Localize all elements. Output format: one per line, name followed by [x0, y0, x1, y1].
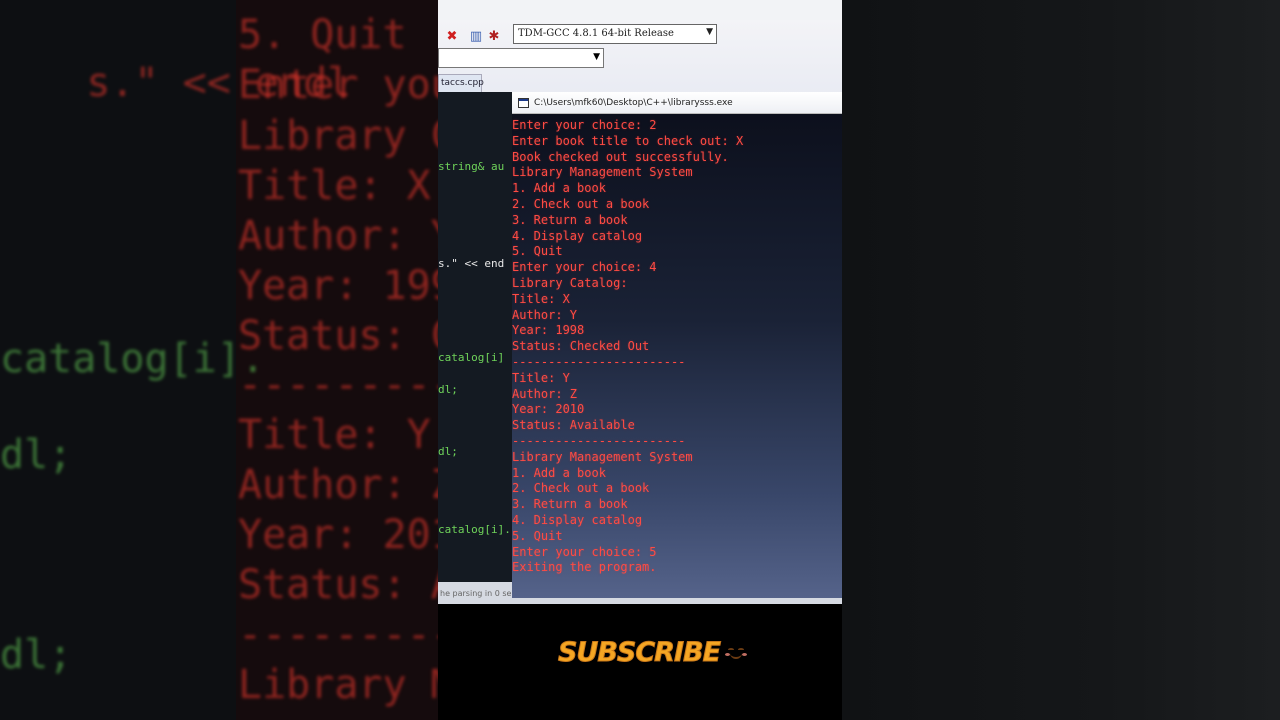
console-line: Author: Z [512, 386, 578, 401]
console-line: Library Catalog: [512, 275, 628, 290]
bg-output-line: Author: Y [238, 213, 438, 259]
bg-output-line: --------- [238, 612, 438, 658]
console-line: Book checked out successfully. [512, 149, 729, 164]
bg-output-line: --------- [238, 362, 438, 408]
console-line: 5. Quit [512, 244, 563, 259]
console-line: 2. Check out a book [512, 481, 650, 496]
chart-icon[interactable]: ▥ [468, 28, 484, 44]
console-line: Year: 1998 [512, 323, 585, 338]
close-icon[interactable]: ✖ [444, 28, 460, 44]
console-line: Enter your choice: 4 [512, 260, 657, 275]
console-line: Status: Available [512, 418, 635, 433]
bg-code-line: dl; [0, 432, 73, 478]
background-right-blur [842, 0, 1280, 720]
tab-file[interactable]: taccs.cpp [438, 74, 484, 92]
chevron-down-icon: ▼ [593, 52, 600, 62]
console-window[interactable]: C:\Users\mfk60\Desktop\C++\librarysss.ex… [512, 92, 842, 598]
background-left-blur: s." << endl catalog[i]. dl; dl; 5. Quit … [0, 0, 438, 720]
console-line: Author: Y [512, 307, 578, 322]
bg-output-line: Status: A [238, 562, 438, 608]
console-line: 4. Display catalog [512, 228, 643, 243]
code-line: string& au [438, 160, 505, 173]
console-line: Enter your choice: 5 [512, 544, 657, 559]
code-line: s." << end [438, 257, 505, 270]
console-line: 2. Check out a book [512, 196, 650, 211]
code-editor[interactable]: string& au s." << end catalog[i] dl; dl;… [438, 92, 512, 582]
bg-output-line: 5. Quit [238, 12, 407, 58]
bg-output-line: Author: Z [238, 462, 438, 508]
console-line: Year: 2010 [512, 402, 585, 417]
bg-output-line: Year: 201 [238, 512, 438, 558]
compiler-select[interactable]: TDM-GCC 4.8.1 64-bit Release ▼ [513, 24, 717, 44]
subscribe-text: SUBSCRIBE [557, 636, 721, 668]
console-line: 1. Add a book [512, 465, 606, 480]
console-line: Title: X [512, 291, 570, 306]
bg-code-line: dl; [0, 632, 73, 678]
chevron-down-icon: ▼ [706, 27, 713, 37]
console-line: 3. Return a book [512, 497, 628, 512]
console-line: Status: Checked Out [512, 339, 650, 354]
function-select[interactable]: ▼ [438, 48, 604, 68]
console-line: Library Management System [512, 449, 693, 464]
bg-output-line: Title: Y [238, 412, 431, 458]
console-line: Exiting the program. [512, 560, 657, 575]
console-app-icon [518, 98, 529, 108]
code-line: catalog[i] [438, 351, 505, 364]
code-line: catalog[i]. [438, 523, 511, 536]
bg-output-line: Enter you [238, 62, 438, 108]
code-line: dl; [438, 445, 458, 458]
bg-output-line: Title: X [238, 163, 431, 209]
bg-code-line: catalog[i]. [0, 336, 265, 382]
ide-toolbar-area: ✖ ▥ ✱ TDM-GCC 4.8.1 64-bit Release ▼ ▼ t… [438, 0, 842, 96]
console-line: ------------------------ [512, 354, 686, 369]
console-line: Enter your choice: 2 [512, 118, 657, 132]
bg-output-line: Library C [238, 113, 438, 159]
console-output: Enter your choice: 2 Enter book title to … [512, 118, 842, 576]
console-title: C:\Users\mfk60\Desktop\C++\librarysss.ex… [534, 98, 733, 108]
console-title-bar[interactable]: C:\Users\mfk60\Desktop\C++\librarysss.ex… [512, 92, 842, 114]
console-line: 3. Return a book [512, 212, 628, 227]
console-line: Title: Y [512, 370, 570, 385]
bg-output-line: Library M [238, 662, 438, 708]
code-line: dl; [438, 383, 458, 396]
console-line: ------------------------ [512, 433, 686, 448]
console-line: 1. Add a book [512, 181, 606, 196]
console-line: Enter book title to check out: X [512, 133, 744, 148]
subscribe-overlay: SUBSCRIBE [557, 632, 748, 672]
bg-output-line: Year: 199 [238, 263, 438, 309]
bg-output-line: Status: C [238, 313, 438, 359]
console-line: 5. Quit [512, 528, 563, 543]
ide-menu-strip [438, 0, 842, 20]
monitor-photo: ✖ ▥ ✱ TDM-GCC 4.8.1 64-bit Release ▼ ▼ t… [438, 0, 842, 720]
console-line: 4. Display catalog [512, 512, 643, 527]
console-line: Library Management System [512, 165, 693, 180]
debug-icon[interactable]: ✱ [486, 28, 502, 44]
